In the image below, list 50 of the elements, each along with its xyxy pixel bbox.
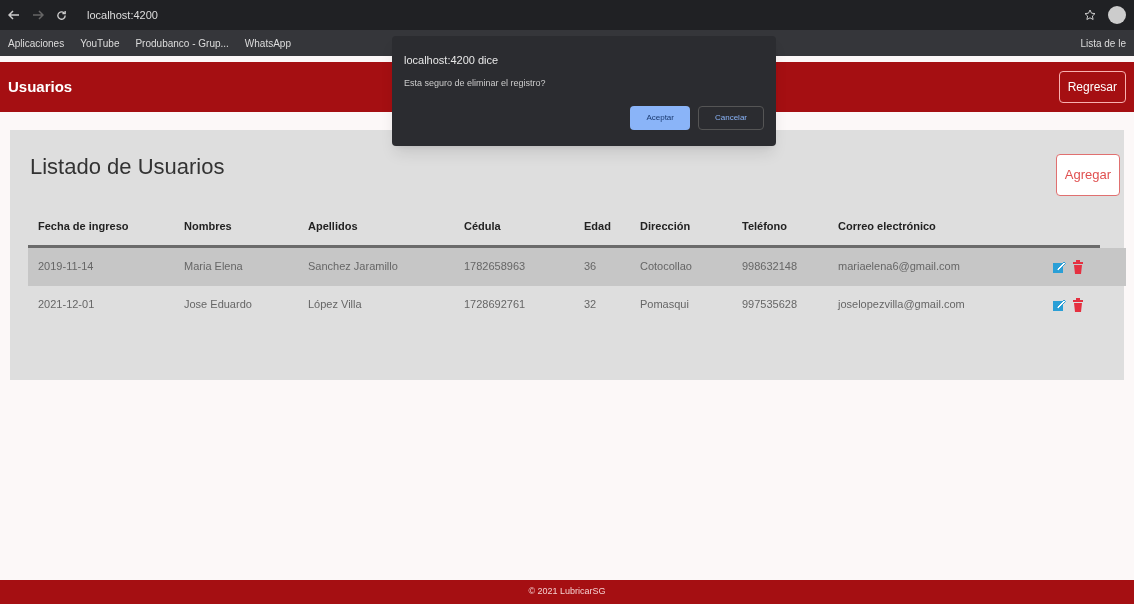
bookmark-link[interactable]: Aplicaciones xyxy=(8,35,65,51)
panel-title: Listado de Usuarios xyxy=(30,153,225,181)
table-cell-text: Jose Eduardo xyxy=(183,297,253,313)
column-header: Cédula xyxy=(463,218,502,234)
column-header: Fecha de ingreso xyxy=(37,218,130,234)
table-cell-text: 2021-12-01 xyxy=(37,297,96,313)
table-cell-text: 2019-11-14 xyxy=(37,259,95,275)
column-header: Nombres xyxy=(183,218,233,234)
bookmark-link[interactable]: WhatsApp xyxy=(244,35,291,51)
table-cell-text: Sanchez Jaramillo xyxy=(307,259,399,275)
bookmark-link[interactable]: Produbanco - Grup... xyxy=(135,35,229,51)
table-cell-text: mariaelena6@gmail.com xyxy=(837,259,961,275)
dialog-button[interactable]: Cancelar xyxy=(698,106,764,130)
dialog-button[interactable]: Aceptar xyxy=(630,106,690,130)
column-header: Correo electrónico xyxy=(837,218,937,234)
avatar-icon[interactable] xyxy=(1108,6,1126,24)
table-cell-text: 1728692761 xyxy=(463,297,527,313)
column-header: Edad xyxy=(583,218,612,234)
dialog-title: localhost:4200 dice xyxy=(404,53,500,68)
edit-icon[interactable] xyxy=(1052,259,1066,274)
back-button[interactable]: Regresar xyxy=(1058,71,1126,103)
table-row[interactable]: 2019-11-14 Maria Elena Sanchez Jaramillo 1782658963 36 Cotocollao 998632148 mariaelena6@gmail.com xyxy=(28,247,1126,286)
add-button[interactable]: Agregar xyxy=(1055,154,1120,196)
table-row[interactable]: 2021-12-01 Jose Eduardo López Villa 1728692761 32 Pomasqui 997535628 joselopezvilla@gmail.com xyxy=(28,285,1126,324)
bookmark-link[interactable]: YouTube xyxy=(80,35,120,51)
reload-icon[interactable] xyxy=(56,9,67,21)
table-cell-text: Maria Elena xyxy=(183,259,244,275)
table-cell-text: 32 xyxy=(583,297,598,313)
column-header: Teléfono xyxy=(741,218,788,234)
footer-text: © 2021 LubricarSG xyxy=(528,585,606,599)
delete-icon[interactable] xyxy=(1072,297,1084,312)
table-cell-text: 36 xyxy=(583,259,598,275)
edit-icon[interactable] xyxy=(1052,297,1066,312)
table-cell-text: 997535628 xyxy=(741,297,799,313)
table-cell-text: joselopezvilla@gmail.com xyxy=(836,297,966,313)
back-icon[interactable] xyxy=(8,10,20,20)
star-icon[interactable] xyxy=(1084,9,1096,21)
table-cell-text: Cotocollao xyxy=(639,259,693,275)
delete-icon[interactable] xyxy=(1072,259,1084,274)
dialog-message: Esta seguro de eliminar el registro? xyxy=(404,76,547,90)
column-header: Apellidos xyxy=(307,218,359,234)
column-header: Dirección xyxy=(639,218,692,234)
table-cell-text: 1782658963 xyxy=(463,259,527,275)
address-field[interactable]: localhost:4200 xyxy=(79,6,166,24)
table-cell-text: Pomasqui xyxy=(639,297,690,313)
table-cell-text: 998632148 xyxy=(741,259,799,275)
forward-icon[interactable] xyxy=(32,10,44,20)
bookmark-link[interactable]: Lista de le xyxy=(1080,35,1126,51)
table-cell-text: López Villa xyxy=(307,297,363,313)
page-title: Usuarios xyxy=(8,76,73,97)
